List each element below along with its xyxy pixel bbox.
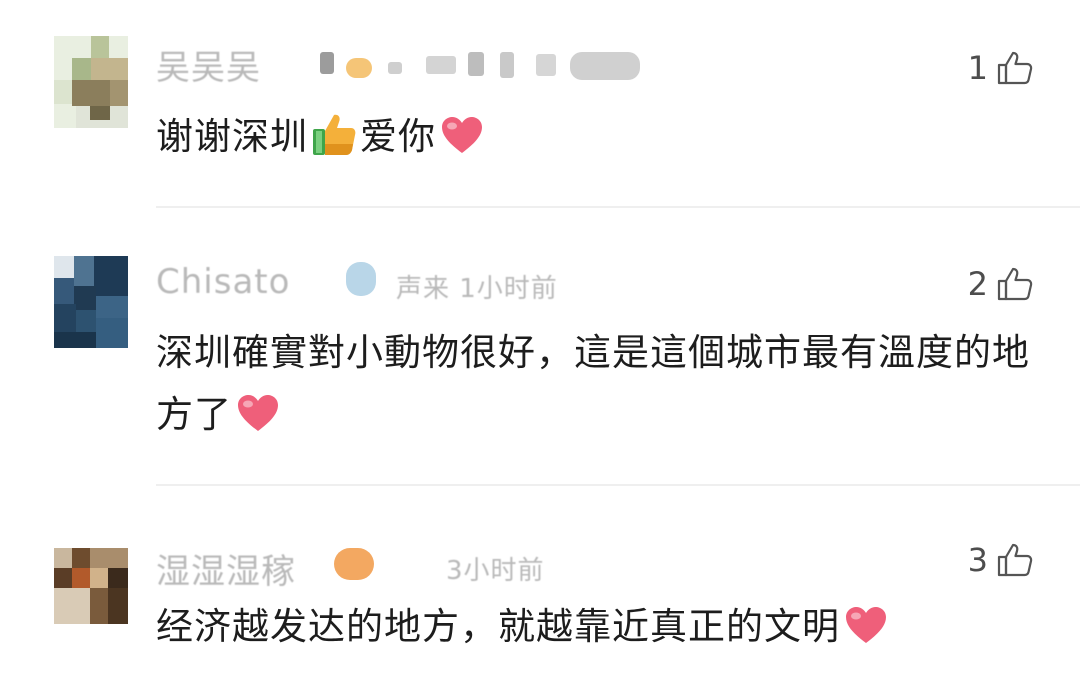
heart-emoji-icon (846, 607, 886, 643)
comment-text: 谢谢深圳 爱你 (156, 106, 1036, 168)
avatar[interactable] (54, 548, 128, 624)
comment-meta: Chisato 声来 1小时前 (156, 262, 676, 304)
avatar[interactable] (54, 36, 128, 128)
username-blurred[interactable]: Chisato (156, 262, 290, 302)
like-count: 1 (967, 49, 988, 87)
comment-text: 深圳確實對小動物很好，這是這個城市最有溫度的地方了 (156, 331, 1030, 436)
thumbs-up-icon (997, 543, 1033, 577)
like-button[interactable]: 3 (968, 538, 1034, 582)
avatar[interactable] (54, 256, 128, 348)
username-blurred[interactable]: 吴吴吴 (156, 40, 261, 89)
thumbs-up-emoji-icon (313, 114, 356, 155)
like-button[interactable]: 2 (968, 262, 1034, 306)
thumbs-up-icon (997, 51, 1033, 85)
like-button[interactable]: 1 (968, 46, 1034, 90)
divider (156, 484, 1080, 486)
heart-emoji-icon (442, 117, 482, 153)
like-count: 2 (967, 265, 988, 303)
timestamp-blurred: 3小时前 (446, 556, 545, 586)
comment-meta: 湿湿湿稼 3小时前 (156, 544, 676, 592)
divider (156, 206, 1080, 208)
timestamp-blurred: 声来 1小时前 (396, 274, 558, 304)
thumbs-up-icon (997, 267, 1033, 301)
comment-text: 经济越发达的地方，就越靠近真正的文明 (156, 596, 1036, 658)
heart-emoji-icon (238, 395, 278, 431)
comment-meta: 吴吴吴 (156, 48, 676, 88)
username-blurred[interactable]: 湿湿湿稼 (156, 544, 296, 593)
like-count: 3 (967, 541, 988, 579)
